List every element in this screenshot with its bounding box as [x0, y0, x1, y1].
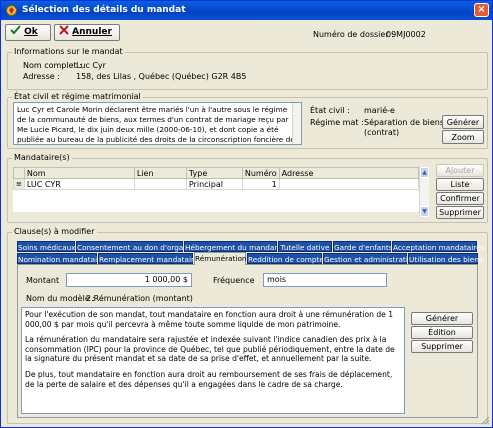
mandant-legend: Informations sur le mandat [12, 47, 125, 56]
row-selector-header [13, 167, 25, 179]
column-header-lien[interactable]: Lien [133, 167, 187, 179]
scroll-down-arrow[interactable]: ▼ [420, 206, 429, 217]
name-value: Luc Cyr [76, 61, 106, 70]
list-button[interactable]: Liste [436, 178, 484, 191]
clause-delete-button[interactable]: Supprimer [411, 340, 473, 353]
montant-label: Montant [26, 276, 60, 285]
scroll-up-arrow[interactable]: ▲ [420, 167, 429, 178]
ok-button[interactable]: Ok [5, 24, 51, 41]
column-header-nom[interactable]: Nom [23, 167, 135, 179]
tab-garde-enfants[interactable]: Garde d'enfants [333, 241, 393, 252]
checkmark-icon [10, 25, 21, 35]
column-header-type[interactable]: Type [185, 167, 243, 179]
column-header-adresse[interactable]: Adresse [278, 167, 420, 179]
tab-gestion-administration[interactable]: Gestion et administration [323, 253, 417, 264]
tab-remplacement-mandataire[interactable]: Remplacement mandataire [98, 253, 198, 264]
cell-adresse[interactable] [278, 178, 420, 190]
ok-label: Ok [24, 27, 38, 37]
civil-label: État civil : [310, 106, 350, 115]
montant-field[interactable]: 1 000,00 $ [66, 273, 192, 287]
dialog-window: Sélection des détails du mandat × Ok Ann… [0, 0, 493, 428]
model-value: 2.Rémunération (montant) [86, 294, 193, 303]
regime-label: Régime mat : [310, 118, 364, 127]
table-empty-row [14, 201, 419, 212]
tab-tutelle-dative[interactable]: Tutelle dative [278, 241, 332, 252]
cancel-button[interactable]: Annuler [54, 24, 120, 41]
table-empty-row [14, 190, 419, 201]
tab-nomination-mandataire[interactable]: Nomination mandataire [17, 253, 104, 264]
mandataires-scrollbar[interactable]: ▲ ▼ [419, 167, 429, 217]
frequence-label: Fréquence [213, 276, 255, 285]
table-row[interactable]: ≡ LUC CYR Principal 1 [13, 178, 420, 190]
cell-lien[interactable] [133, 178, 187, 190]
cancel-x-icon [59, 25, 69, 35]
cancel-label: Annuler [72, 27, 112, 37]
clause-paragraph: Pour l'exécution de son mandat, tout man… [25, 310, 394, 329]
mandataires-table: Nom Lien Type Numéro Adresse ≡ LUC CYR P… [13, 167, 420, 212]
tab-utilisation-biens[interactable]: Utilisation des biens [408, 253, 483, 264]
regime-value-1: Séparation de biens [364, 118, 445, 127]
tab-reddition-compte[interactable]: Reddition de compte [247, 253, 324, 264]
close-button[interactable]: × [474, 3, 489, 17]
tab-remuneration[interactable]: Rémunération [194, 252, 247, 265]
cell-nom[interactable]: LUC CYR [23, 178, 135, 190]
window-title: Sélection des détails du mandat [22, 5, 186, 15]
resize-grip-icon[interactable] [480, 415, 490, 425]
etat-civil-text[interactable]: Luc Cyr et Carole Morin déclarent être m… [13, 102, 302, 145]
civil-value: marié-e [364, 106, 395, 115]
tab-hebergement[interactable]: Hébergement du mandant [184, 241, 282, 252]
column-header-numero[interactable]: Numéro [241, 167, 280, 179]
etat-civil-generate-button[interactable]: Générer [442, 115, 484, 129]
dossier-value: 09MJ0002 [386, 30, 426, 39]
zoom-button[interactable]: Zoom [442, 130, 484, 144]
clause-paragraph: La rémunération du mandataire sera rajus… [25, 335, 395, 364]
row-marker: ≡ [13, 178, 25, 190]
clause-paragraph: De plus, tout mandataire en fonction aur… [25, 369, 393, 389]
delete-mandataire-button[interactable]: Supprimer [436, 206, 484, 219]
regime-value-2: (contrat) [364, 128, 400, 137]
clause-text[interactable]: Pour l'exécution de son mandat, tout man… [21, 307, 405, 414]
name-label: Nom complet : [23, 61, 82, 70]
address-value: 158, des Lilas , Québec (Québec) G2R 4B5 [76, 72, 247, 81]
cell-type[interactable]: Principal [185, 178, 243, 190]
address-label: Adresse : [23, 72, 60, 81]
cell-numero[interactable]: 1 [241, 178, 280, 190]
dossier-label: Numéro de dossier : [313, 30, 394, 39]
frequence-field[interactable]: mois [263, 273, 387, 287]
advanced-edit-button[interactable]: Édition avancée [411, 326, 473, 348]
table-header-row: Nom Lien Type Numéro Adresse [13, 167, 420, 179]
etat-civil-scrollbar[interactable] [292, 103, 301, 144]
confirm-button[interactable]: Confirmer [436, 192, 484, 205]
tab-soins-medicaux[interactable]: Soins médicaux [17, 241, 76, 252]
app-icon [6, 5, 17, 16]
add-mandataire-button[interactable]: Ajouter [436, 164, 484, 177]
mandant-group: Informations sur le mandat [7, 47, 488, 90]
clauses-legend: Clause(s) à modifier [12, 227, 97, 236]
tab-consentement-don[interactable]: Consentement au don d'organe [76, 241, 193, 252]
clause-generate-button[interactable]: Générer [411, 312, 473, 325]
etat-civil-legend: État civil et régime matrimonial [12, 92, 143, 101]
mandataires-legend: Mandataire(s) [12, 153, 72, 162]
tab-acceptation-mandataires[interactable]: Acceptation mandataires [392, 241, 484, 252]
title-bar[interactable]: Sélection des détails du mandat × [1, 1, 492, 20]
model-label: Nom du modèle : [26, 294, 95, 303]
